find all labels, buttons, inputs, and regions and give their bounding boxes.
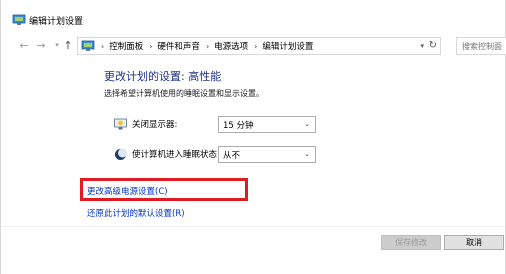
breadcrumb-control-panel[interactable]: 控制面板 xyxy=(109,40,143,52)
breadcrumb-hardware-sound[interactable]: 硬件和声音 xyxy=(157,40,200,52)
sleep-row: 使计算机进入睡眠状态: xyxy=(114,145,220,163)
save-changes-button[interactable]: 保存修改 xyxy=(381,235,441,250)
turn-off-display-value: 15 分钟 xyxy=(223,120,254,131)
breadcrumb-power-options[interactable]: 电源选项 xyxy=(214,40,248,52)
moon-icon xyxy=(115,148,127,160)
search-input[interactable] xyxy=(457,38,506,54)
sleep-label: 使计算机进入睡眠状态: xyxy=(132,150,220,160)
breadcrumb-separator-icon: › xyxy=(205,41,210,51)
control-panel-icon xyxy=(12,14,26,25)
page-description: 选择希望计算机使用的睡眠设置和显示设置。 xyxy=(104,89,264,98)
monitor-icon xyxy=(114,118,127,129)
search-box[interactable] xyxy=(456,37,506,55)
navigation-bar: ← → ▾ ↑ › 控制面板 › 硬件和声音 › 电源选项 › 编辑计划设置 ▾… xyxy=(1,34,506,56)
breadcrumb-edit-plan[interactable]: 编辑计划设置 xyxy=(262,40,313,52)
restore-defaults-link[interactable]: 还原此计划的默认设置(R) xyxy=(87,207,185,219)
address-dropdown-chevron-icon[interactable]: ▾ xyxy=(420,42,424,50)
turn-off-display-row: 关闭显示器: xyxy=(114,115,177,133)
advanced-power-settings-link[interactable]: 更改高级电源设置(C) xyxy=(87,185,168,197)
page-heading: 更改计划的设置: 高性能 xyxy=(104,70,222,83)
turn-off-display-label: 关闭显示器: xyxy=(132,120,178,130)
control-panel-icon xyxy=(81,40,95,51)
up-arrow-icon[interactable]: ↑ xyxy=(61,37,75,53)
breadcrumb-separator-icon: › xyxy=(149,41,153,51)
sleep-value: 从不 xyxy=(223,150,241,161)
back-arrow-icon[interactable]: ← xyxy=(17,37,31,53)
refresh-icon[interactable]: ↻ xyxy=(429,40,437,51)
edit-plan-settings-window: 编辑计划设置 ← → ▾ ↑ › 控制面板 › 硬件和声音 › 电源选项 › 编… xyxy=(0,0,506,274)
breadcrumb-separator-icon: › xyxy=(254,41,258,51)
sleep-select[interactable]: 从不 ⌄ xyxy=(218,146,316,163)
turn-off-display-select[interactable]: 15 分钟 ⌄ xyxy=(218,116,316,133)
chevron-down-icon: ⌄ xyxy=(304,120,310,128)
divider xyxy=(1,226,505,227)
forward-arrow-icon[interactable]: → xyxy=(34,37,48,53)
title-bar: 编辑计划设置 xyxy=(1,0,505,33)
chevron-down-icon: ⌄ xyxy=(304,150,310,158)
window-title: 编辑计划设置 xyxy=(29,17,84,27)
address-bar[interactable]: › 控制面板 › 硬件和声音 › 电源选项 › 编辑计划设置 ▾ ↻ xyxy=(77,37,441,55)
breadcrumb-separator-icon: › xyxy=(101,41,105,51)
cancel-button[interactable]: 取消 xyxy=(444,235,504,250)
